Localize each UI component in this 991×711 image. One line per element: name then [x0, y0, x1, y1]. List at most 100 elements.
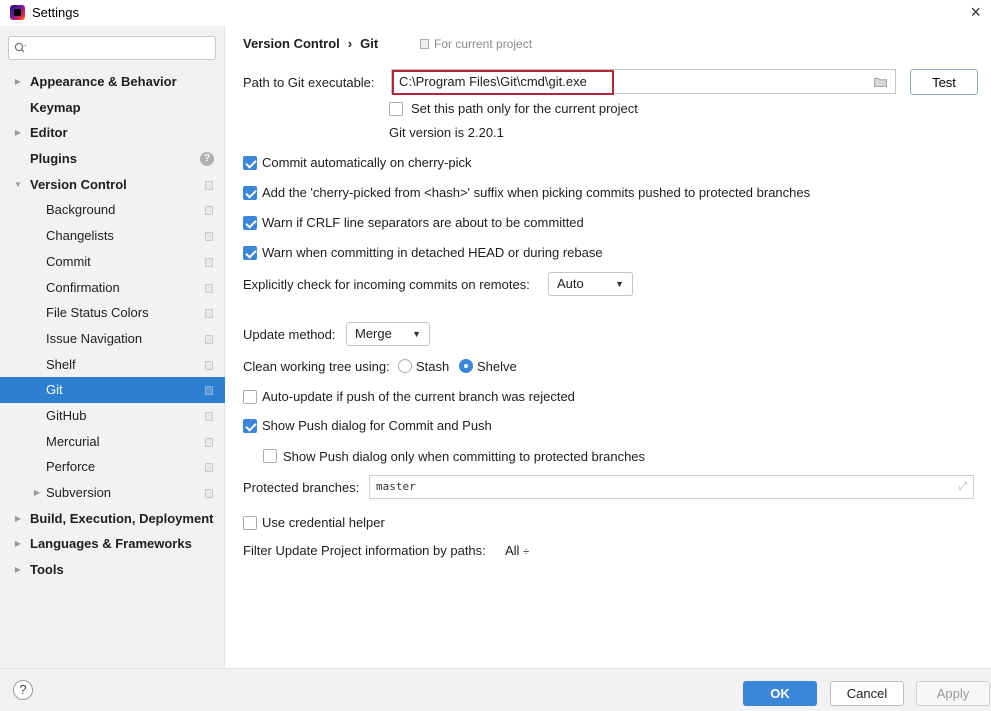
option-checkbox[interactable]: [243, 246, 257, 260]
sidebar-item-plugins[interactable]: Plugins?: [0, 146, 225, 172]
sidebar-item-build-execution-deployment[interactable]: ▶ Build, Execution, Deployment: [0, 506, 225, 532]
chevron-right-icon[interactable]: ▶: [13, 506, 23, 532]
incoming-check-label: Explicitly check for incoming commits on…: [243, 277, 530, 292]
sidebar-item-label: Version Control: [30, 176, 127, 192]
sidebar-item-label: Subversion: [46, 485, 112, 500]
sidebar-item-file-status-colors[interactable]: File Status Colors: [0, 300, 225, 326]
updown-icon: ÷: [523, 546, 530, 558]
shelve-radio[interactable]: [459, 359, 473, 373]
option-checkbox[interactable]: [243, 156, 257, 170]
project-scope-icon: [205, 257, 213, 267]
chevron-right-icon[interactable]: ▶: [32, 480, 42, 506]
sidebar-item-label: File Status Colors: [46, 305, 149, 321]
scope-note: For current project: [420, 37, 532, 51]
sidebar-item-label: Issue Navigation: [46, 330, 143, 346]
git-settings-panel: Version Control › Git For current project …: [226, 26, 991, 668]
option-checkbox[interactable]: [243, 186, 257, 200]
sidebar-item-keymap[interactable]: Keymap: [0, 95, 225, 121]
option-checkbox-label: Warn when committing in detached HEAD or…: [262, 245, 603, 260]
sidebar-item-languages-frameworks[interactable]: ▶ Languages & Frameworks: [0, 531, 225, 557]
protected-branches-field[interactable]: master ⤢: [369, 475, 974, 499]
protected-branches-label: Protected branches:: [243, 480, 360, 495]
git-path-value[interactable]: C:\Program Files\Git\cmd\git.exe: [399, 74, 587, 89]
sidebar-item-label: Mercurial: [46, 433, 100, 449]
current-project-only-checkbox[interactable]: [389, 102, 403, 116]
sidebar-item-tools[interactable]: ▶ Tools: [0, 557, 225, 583]
current-project-only-label: Set this path only for the current proje…: [411, 101, 638, 116]
project-scope-icon: [205, 232, 213, 242]
breadcrumb-separator: ›: [347, 36, 353, 51]
sidebar-item-label: Shelf: [46, 356, 76, 372]
auto-update-checkbox[interactable]: [243, 390, 257, 404]
stash-label: Stash: [416, 359, 450, 374]
project-scope-icon: [205, 334, 213, 344]
project-scope-icon: [205, 206, 213, 216]
sidebar-item-mercurial[interactable]: Mercurial: [0, 429, 225, 455]
sidebar-item-label: Editor: [30, 125, 68, 141]
apply-button[interactable]: Apply: [916, 681, 990, 706]
settings-tree: ▶ Appearance & Behavior Keymap ▶ Editor Plugi…: [0, 69, 225, 583]
show-push-label: Show Push dialog for Commit and Push: [262, 418, 492, 433]
chevron-right-icon[interactable]: ▶: [13, 531, 23, 557]
incoming-check-value: Auto: [557, 276, 584, 291]
chevron-right-icon[interactable]: ▶: [13, 557, 23, 583]
search-icon: [14, 42, 27, 53]
sidebar-item-shelf[interactable]: Shelf: [0, 352, 225, 378]
chevron-right-icon[interactable]: ▶: [13, 69, 23, 95]
protected-branches-value[interactable]: master: [376, 480, 416, 493]
cancel-button[interactable]: Cancel: [830, 681, 904, 706]
project-scope-icon: [205, 360, 213, 370]
project-scope-icon: [205, 180, 213, 190]
breadcrumb-parent[interactable]: Version Control: [243, 36, 340, 51]
sidebar-item-git[interactable]: Git: [0, 377, 225, 403]
folder-icon[interactable]: [874, 77, 887, 87]
show-push-checkbox[interactable]: [243, 419, 257, 433]
sidebar-item-label: Background: [46, 202, 116, 218]
search-input[interactable]: [31, 39, 211, 57]
sidebar-item-perforce[interactable]: Perforce: [0, 454, 225, 480]
incoming-check-select[interactable]: Auto ▼: [548, 272, 633, 296]
project-scope-icon: [205, 309, 213, 319]
git-path-field[interactable]: C:\Program Files\Git\cmd\git.exe: [391, 69, 896, 95]
sidebar-item-label: Perforce: [46, 459, 96, 475]
expand-icon[interactable]: ⤢: [959, 481, 967, 492]
help-button[interactable]: ?: [13, 680, 33, 700]
ok-button[interactable]: OK: [743, 681, 817, 706]
project-scope-icon: [205, 463, 213, 473]
chevron-right-icon[interactable]: ▶: [13, 120, 23, 146]
credential-helper-checkbox[interactable]: [243, 516, 257, 530]
option-checkbox[interactable]: [243, 216, 257, 230]
credential-helper-label: Use credential helper: [262, 515, 385, 530]
sidebar-item-background[interactable]: Background: [0, 197, 225, 223]
chevron-down-icon: ▼: [412, 329, 421, 339]
chevron-down-icon: ▼: [615, 279, 624, 289]
sidebar-item-version-control[interactable]: ▼ Version Control: [0, 172, 225, 198]
shelve-label: Shelve: [477, 359, 517, 374]
option-checkbox-label: Add the 'cherry-picked from <hash>' suff…: [262, 185, 811, 200]
sidebar-item-issue-navigation[interactable]: Issue Navigation: [0, 326, 225, 352]
scope-label: For current project: [434, 37, 533, 51]
sidebar-item-github[interactable]: GitHub: [0, 403, 225, 429]
sidebar-item-editor[interactable]: ▶ Editor: [0, 120, 225, 146]
update-method-select[interactable]: Merge ▼: [346, 322, 430, 346]
test-button[interactable]: Test: [910, 69, 978, 95]
sidebar-item-appearance-behavior[interactable]: ▶ Appearance & Behavior: [0, 69, 225, 95]
sidebar-item-confirmation[interactable]: Confirmation: [0, 275, 225, 301]
option-checkbox-label: Warn if CRLF line separators are about t…: [262, 215, 584, 230]
sidebar-item-label: Confirmation: [46, 279, 120, 295]
search-box[interactable]: [8, 36, 216, 60]
sidebar-item-subversion[interactable]: ▶ Subversion: [0, 480, 225, 506]
close-icon[interactable]: ×: [970, 2, 981, 22]
sidebar-item-commit[interactable]: Commit: [0, 249, 225, 275]
push-protected-checkbox[interactable]: [263, 449, 277, 463]
sidebar-item-label: Plugins: [30, 151, 77, 167]
sidebar-item-changelists[interactable]: Changelists: [0, 223, 225, 249]
stash-radio[interactable]: [398, 359, 412, 373]
push-protected-label: Show Push dialog only when committing to…: [283, 449, 646, 464]
filter-update-select[interactable]: All ÷: [505, 543, 529, 558]
breadcrumb-current: Git: [360, 36, 379, 51]
help-icon[interactable]: ?: [200, 152, 214, 167]
auto-update-label: Auto-update if push of the current branc…: [262, 389, 575, 404]
sidebar-item-label: Changelists: [46, 228, 114, 244]
chevron-down-icon[interactable]: ▼: [13, 172, 23, 198]
